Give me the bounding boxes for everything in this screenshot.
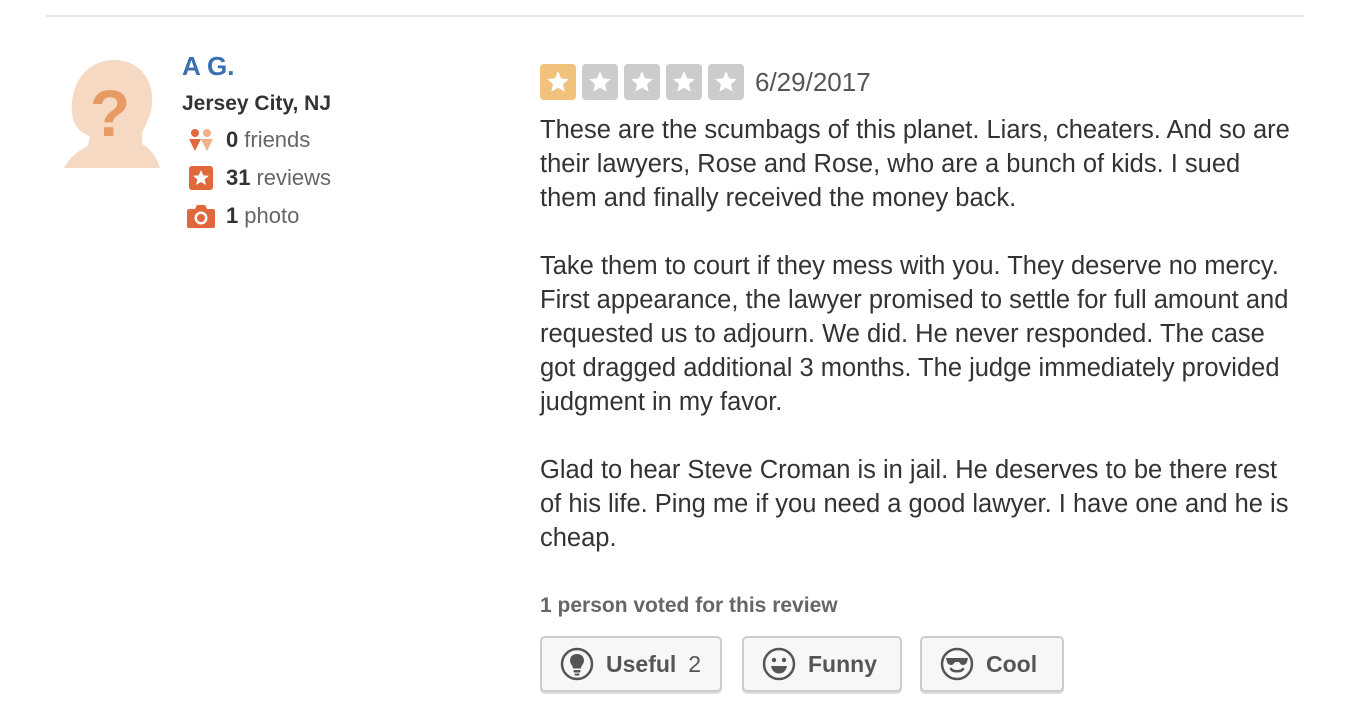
funny-button[interactable]: Funny [742, 636, 902, 692]
review-body: These are the scumbags of this planet. L… [540, 113, 1300, 589]
sunglasses-icon [940, 647, 974, 681]
review-paragraph: Glad to hear Steve Croman is in jail. He… [540, 456, 1289, 552]
review-date: 6/29/2017 [755, 67, 871, 97]
star-icon [540, 64, 576, 100]
smiley-icon [762, 647, 796, 681]
cool-button[interactable]: Cool [920, 636, 1064, 692]
star-icon [666, 64, 702, 100]
friends-count: 0 [226, 127, 239, 152]
review-paragraph: Take them to court if they mess with you… [540, 252, 1289, 416]
reviews-stat: 31 reviews [186, 164, 331, 192]
friends-label: friends [244, 127, 311, 152]
funny-label: Funny [808, 650, 877, 677]
photos-stat: 1 photo [186, 202, 299, 230]
useful-count: 2 [688, 650, 702, 677]
friends-icon [186, 126, 216, 154]
useful-button[interactable]: Useful 2 [540, 636, 722, 692]
review-star-icon [186, 164, 216, 192]
reviews-count: 31 [226, 165, 251, 190]
camera-icon [186, 202, 216, 230]
star-rating [540, 64, 750, 100]
user-name-link[interactable]: A G. [182, 51, 234, 81]
review-paragraph: These are the scumbags of this planet. L… [540, 116, 1290, 212]
reviews-label: reviews [256, 165, 332, 190]
star-icon [582, 64, 618, 100]
cool-label: Cool [986, 650, 1038, 677]
default-avatar-icon[interactable]: ? [64, 52, 160, 168]
top-divider [46, 15, 1304, 17]
svg-text:?: ? [90, 76, 130, 150]
star-icon [708, 64, 744, 100]
vote-summary: 1 person voted for this review [540, 594, 838, 617]
lightbulb-icon [560, 647, 594, 681]
photos-count: 1 [226, 203, 239, 228]
friends-stat: 0 friends [186, 126, 310, 154]
star-icon [624, 64, 660, 100]
user-location: Jersey City, NJ [182, 92, 332, 115]
photos-label: photo [244, 203, 300, 228]
useful-label: Useful [606, 650, 677, 677]
